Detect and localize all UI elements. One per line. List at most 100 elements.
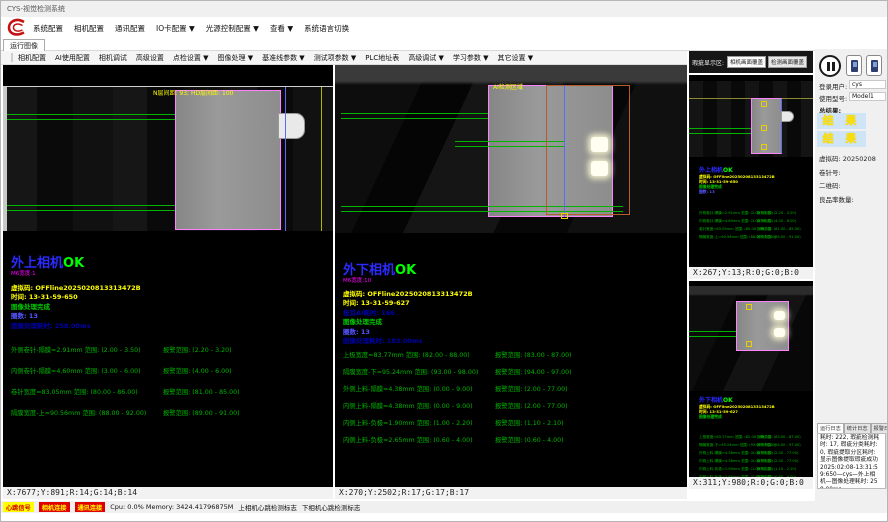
toolbar-item-3[interactable]: 高级设置 xyxy=(136,53,164,63)
width-sub-label: M6宽度:1 xyxy=(11,271,141,277)
marker-box xyxy=(746,341,752,347)
menu-item-2[interactable]: 通讯配置 xyxy=(115,23,145,34)
menu-item-1[interactable]: 相机配置 xyxy=(74,23,104,34)
measurement-row: 外侧卷针-隔膜=2.91mm 范围: (2.00 - 3.50)报警范围: (2… xyxy=(699,199,801,207)
defect-tabs: 相机画面覆盖检测画面覆盖 xyxy=(727,56,807,68)
camera-image-lower[interactable]: AI检测区域 xyxy=(335,65,687,233)
ai-region-annotation: AI检测区域 xyxy=(493,82,523,91)
marker-box xyxy=(761,125,767,131)
toolbar-item-4[interactable]: 点检设置 ▼ xyxy=(173,53,209,63)
measurement-row: 隔膜宽度-上=90.56mm 范围: (88.00 - 92.00)报警范围: … xyxy=(11,400,240,421)
menu-item-5[interactable]: 查看 ▼ xyxy=(270,23,293,34)
process-done-line: 图像处理完成 xyxy=(11,303,141,312)
camera-lower-button[interactable] xyxy=(866,55,882,76)
defect-tab-0[interactable]: 相机画面覆盖 xyxy=(727,56,766,68)
measure-line-blue xyxy=(564,85,565,217)
toolbar-item-11[interactable]: 其它设置 ▼ xyxy=(498,53,534,63)
toolbar-item-9[interactable]: 高级调试 ▼ xyxy=(408,53,444,63)
marker-box xyxy=(746,304,752,310)
toolbar-item-8[interactable]: PLC地址表 xyxy=(365,53,399,63)
camera-name: 外下相机 xyxy=(699,397,723,404)
virtual-code-line: 虚拟码: 20250208 xyxy=(819,153,876,163)
ai-time-line: 极耳AI耗时: 166 xyxy=(343,309,473,318)
result-overlay-upper: 外上相机OK M6宽度:1 虚拟码: OFFline20250208133134… xyxy=(11,257,141,331)
preview-panel-lower[interactable]: 外下相机OK 虚拟码: OFFline2025020813313472B 时间:… xyxy=(689,281,813,477)
menu-item-3[interactable]: IO卡配置 ▼ xyxy=(156,23,195,34)
process-done-line: 图像处理完成 xyxy=(343,318,473,327)
pixel-status-upper: X:7677;Y:891;R:14;G:14;B:14 xyxy=(3,487,333,499)
measurement-row: 内侧上料-隔膜=4.38mm 范围: (0.00 - 9.00)报警范围: (2… xyxy=(343,393,572,410)
process-time-line: 图像处理耗时: 258.00ms xyxy=(11,322,141,331)
camera-image-upper[interactable]: N层间距: 93; HD层间距: 100 xyxy=(3,86,333,231)
defect-bar-label: 瑕疵显示区: xyxy=(692,58,724,67)
measurement-row: 隔膜宽度-上=90.56mm 范围: (88.00 - 92.00)报警范围: … xyxy=(699,223,801,231)
left-measurements: 外侧卷针-隔膜=2.91mm 范围: (2.00 - 3.50)报警范围: (2… xyxy=(11,337,240,421)
cpu-memory-text: Cpu: 0.0% Memory: 3424.41796875M xyxy=(110,503,233,511)
toolbar-item-5[interactable]: 图像处理 ▼ xyxy=(217,53,253,63)
tab-strip: 运行图像 xyxy=(1,39,888,51)
measurement-row: 外侧上料-隔膜=4.38mm 范围: (0.00 - 9.00)报警范围: (2… xyxy=(343,376,572,393)
cell-region-outline xyxy=(175,90,281,230)
application-window: CYS-视觉检测系统 系统配置相机配置通讯配置IO卡配置 ▼光源控制配置 ▼查看… xyxy=(0,0,888,522)
measurement-row: 内侧上料-负极=1.90mm 范围: (1.00 - 2.20)报警范围: (1… xyxy=(343,410,572,427)
measurement-row: 隔膜宽度-下=95.24mm 范围: (93.00 - 98.00)报警范围: … xyxy=(699,431,801,439)
defect-tab-1[interactable]: 检测画面覆盖 xyxy=(768,56,807,68)
marker-box xyxy=(561,213,568,219)
heartbeat-badge: 心跳信号 xyxy=(3,502,34,512)
measurement-row: 内侧上料-负极=1.90mm 范围: (1.00 - 2.20)报警范围: (1… xyxy=(699,455,801,463)
camera-result-title: 外下相机OK xyxy=(343,264,473,278)
baseline-green xyxy=(689,336,736,337)
measurement-row: 上极宽度=83.77mm 范围: (82.00 - 88.00)报警范围: (8… xyxy=(343,342,572,359)
tab-glow xyxy=(591,161,608,176)
toolbar-item-6[interactable]: 基准线参数 ▼ xyxy=(262,53,305,63)
menu-item-6[interactable]: 系统语言切换 xyxy=(304,23,349,34)
camera-name: 外下相机 xyxy=(343,263,395,278)
width-sub-label: M6宽度:10 xyxy=(343,278,473,284)
barcode-line: 虚拟码: OFFline2025020813313472B xyxy=(343,290,473,299)
app-logo-icon xyxy=(7,18,27,37)
preview-overlay-upper: 外上相机OK 虚拟码: OFFline2025020813313472B 时间:… xyxy=(699,167,801,231)
preview-image-lower xyxy=(689,286,813,391)
menu-bar-row: 系统配置相机配置通讯配置 IO卡配置 ▼ 光源控制配置 ▼ 查看 ▼ 系统语言切换 xyxy=(1,17,888,39)
global-status-strip: 心跳信号 相机连接 通讯连接 Cpu: 0.0% Memory: 3424.41… xyxy=(1,501,888,513)
preview-panel-upper[interactable]: 外上相机OK 虚拟码: OFFline2025020813313472B 时间:… xyxy=(689,75,813,267)
qr-code-label: 二维码: xyxy=(819,180,841,190)
camera-result-title: 外下相机OK xyxy=(699,397,801,404)
measurement-row: 隔膜宽度-下=95.24mm 范围: (93.00 - 98.00)报警范围: … xyxy=(343,359,572,376)
camera-upper-button[interactable] xyxy=(846,55,862,76)
preview-top-measurements: 外侧卷针-隔膜=2.91mm 范围: (2.00 - 3.50)报警范围: (2… xyxy=(699,199,801,231)
toolbar-grip[interactable] xyxy=(11,53,13,62)
toolbar: 相机配置 AI使用配置相机调试高级设置点检设置 ▼ 图像处理 ▼ 基准线参数 ▼ 测试项… xyxy=(1,51,687,65)
model-field[interactable]: Model1 xyxy=(849,92,886,101)
tab-glow xyxy=(774,328,785,337)
toolbar-item-2[interactable]: 相机调试 xyxy=(99,53,127,63)
log-output[interactable]: 耗时: 222, 瑕疵检测耗时: 17, 瑕疵分类耗时: 0, 瑕疵提取分区耗时… xyxy=(817,433,886,489)
spacing-annotation: N层间距: 93; HD层间距: 100 xyxy=(153,88,234,97)
login-user-field[interactable]: cys xyxy=(849,80,886,89)
preview-overlay-lower: 外下相机OK 虚拟码: OFFline2025020813313472B 时间:… xyxy=(699,397,801,471)
ai-detect-rect xyxy=(546,85,630,215)
toolbar-item-7[interactable]: 测试项参数 ▼ xyxy=(314,53,357,63)
menu-item-0[interactable]: 系统配置 xyxy=(33,23,63,34)
pin-number-label: 卷针号: xyxy=(819,167,841,177)
measurement-row: 外侧卷针-隔膜=2.91mm 范围: (2.00 - 3.50)报警范围: (2… xyxy=(11,337,240,358)
measurement-row: 内侧上料-负极=2.65mm 范围: (0.60 - 4.00)报警范围: (0… xyxy=(343,427,572,444)
toolbar-item-10[interactable]: 学习参数 ▼ xyxy=(453,53,489,63)
menu-item-4[interactable]: 光源控制配置 ▼ xyxy=(206,23,259,34)
barcode-line: 虚拟码: OFFline2025020813313472B xyxy=(11,284,141,293)
camera-panel-upper[interactable]: N层间距: 93; HD层间距: 100 外上相机OK M6宽度:1 虚拟码: … xyxy=(3,65,333,487)
measurement-row: 上极宽度=83.77mm 范围: (82.00 - 88.00)报警范围: (8… xyxy=(699,423,801,431)
layer-count-line: 圈数: 13 xyxy=(11,312,141,321)
menu-bar: 系统配置相机配置通讯配置 IO卡配置 ▼ 光源控制配置 ▼ 查看 ▼ 系统语言切换 xyxy=(33,17,349,39)
measurement-row: 外侧上料-隔膜=4.38mm 范围: (0.00 - 9.00)报警范围: (2… xyxy=(699,439,801,447)
process-done-line: 图像处理完成 xyxy=(699,414,801,419)
toolbar-item-1[interactable]: AI使用配置 xyxy=(55,53,90,63)
result-box-upper: 结 果 xyxy=(817,113,866,129)
measurement-row: 内侧卷针-隔膜=4.60mm 范围: (3.00 - 6.00)报警范围: (4… xyxy=(699,207,801,215)
toolbar-item-0[interactable]: 相机配置 xyxy=(18,53,46,63)
preview-image-upper xyxy=(689,81,813,157)
upper-camera-heartbeat-flag: 上相机心跳检测标志 xyxy=(238,502,297,512)
pause-button[interactable] xyxy=(819,55,841,77)
tab-run-image[interactable]: 运行图像 xyxy=(3,39,45,51)
camera-panel-lower[interactable]: AI检测区域 外下相机OK M6宽度:10 虚拟码: OFFline202502… xyxy=(335,65,687,487)
